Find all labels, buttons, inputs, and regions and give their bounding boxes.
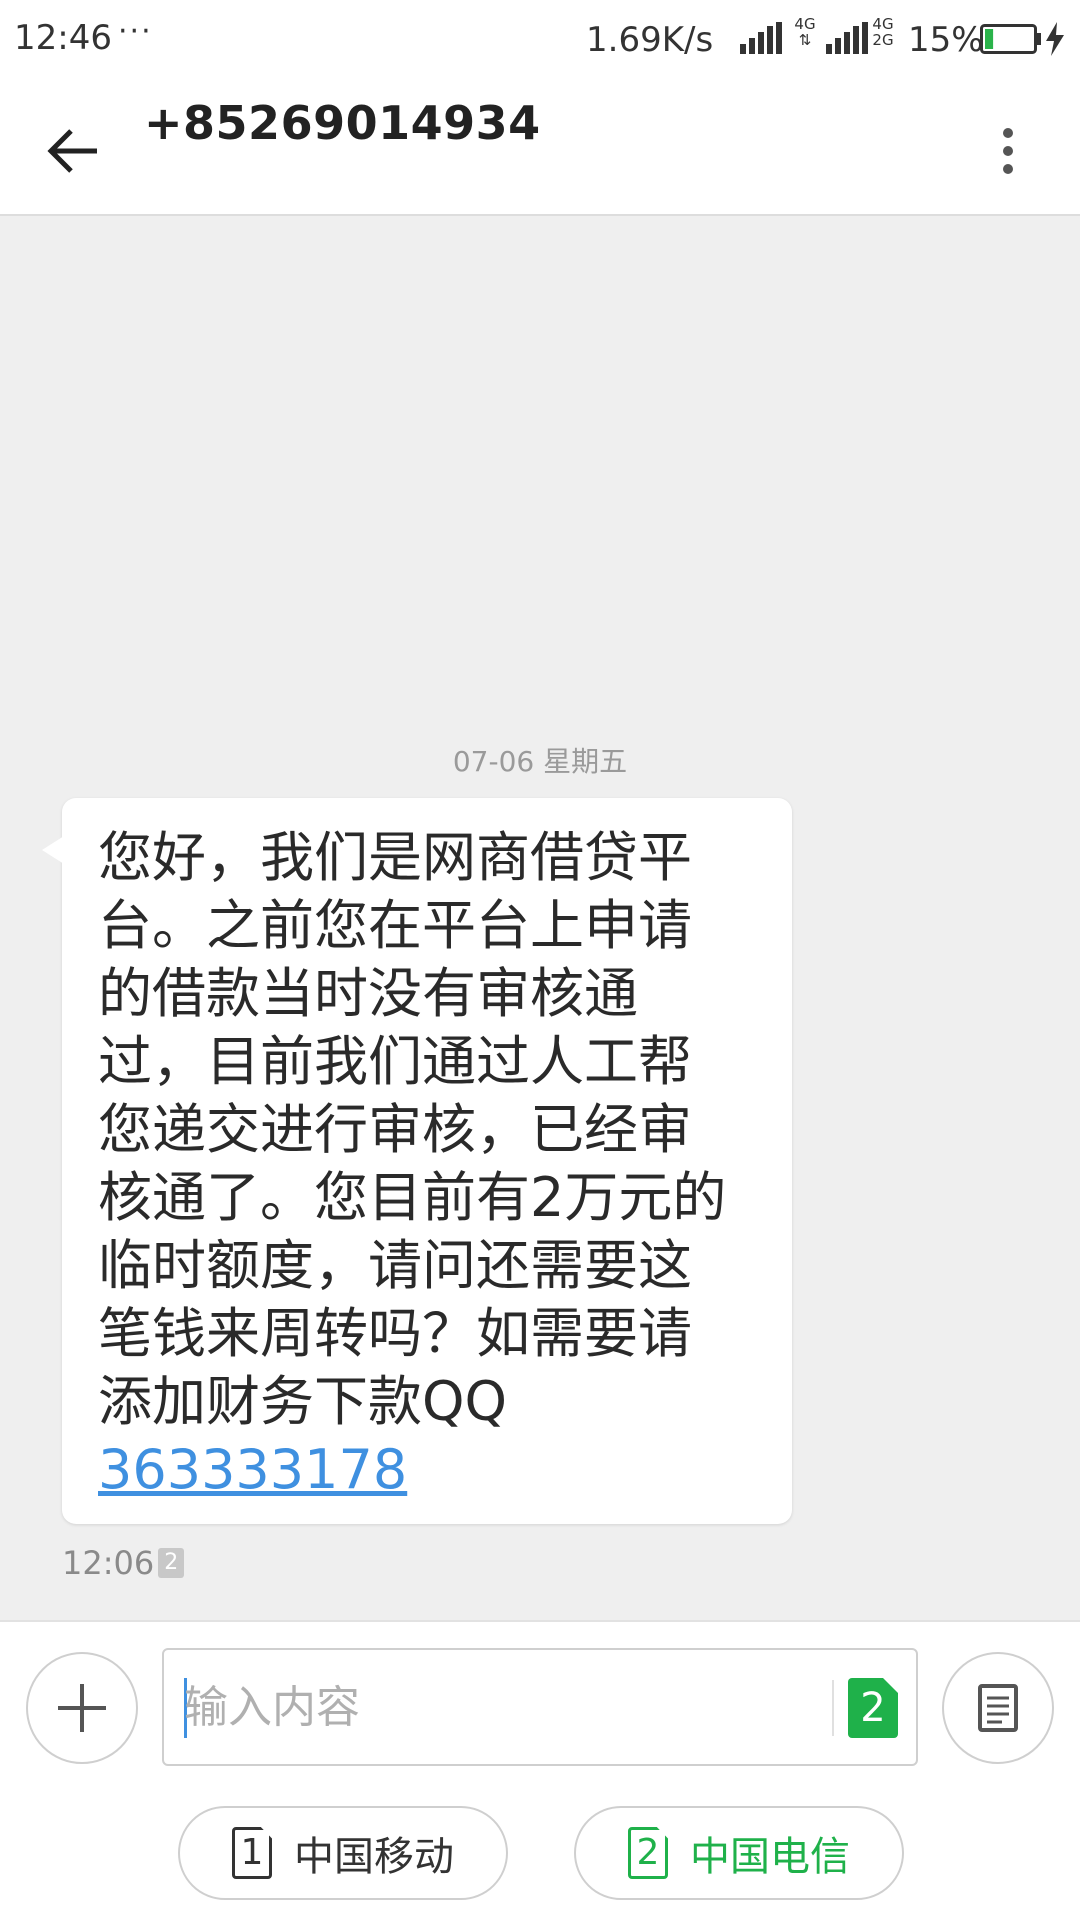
more-vertical-icon bbox=[1003, 128, 1013, 174]
quick-reply-template-button[interactable] bbox=[942, 1652, 1054, 1764]
sim1-carrier-label: 中国移动 bbox=[294, 1834, 454, 1880]
add-attachment-button[interactable] bbox=[26, 1652, 138, 1764]
sim2-carrier-label: 中国电信 bbox=[690, 1834, 850, 1880]
sim2-carrier-button[interactable]: 2 中国电信 bbox=[574, 1806, 904, 1900]
signal-icon-sim1 bbox=[740, 22, 782, 54]
message-body: 您好，我们是网商借贷平台。之前您在平台上申请的借款当时没有审核通过，目前我们通过… bbox=[98, 826, 727, 1433]
plus-icon bbox=[58, 1684, 106, 1732]
bubble-tail bbox=[42, 836, 64, 864]
message-timestamp: 12:06 2 bbox=[62, 1544, 185, 1582]
message-input[interactable] bbox=[182, 1650, 802, 1764]
more-options-button[interactable] bbox=[980, 108, 1036, 194]
sim-card-icon: 1 bbox=[232, 1827, 272, 1879]
message-composer: 2 1 中国移动 2 中国电信 bbox=[0, 1620, 1080, 1920]
status-more-notifications: ··· bbox=[118, 14, 153, 49]
battery-percentage: 15% bbox=[908, 20, 984, 60]
incoming-message-bubble[interactable]: 您好，我们是网商借贷平台。之前您在平台上申请的借款当时没有审核通过，目前我们通过… bbox=[42, 798, 792, 1524]
message-input-box[interactable]: 2 bbox=[162, 1648, 918, 1766]
message-time: 12:06 bbox=[62, 1544, 155, 1582]
arrow-left-icon bbox=[47, 129, 97, 173]
network-type-label: 4G bbox=[794, 15, 816, 33]
input-divider bbox=[832, 1680, 834, 1736]
document-icon bbox=[978, 1684, 1018, 1732]
conversation-header: +85269014934 bbox=[0, 80, 1080, 216]
network-type-sim2: 4G 2G bbox=[870, 16, 896, 48]
status-time: 12:46 bbox=[14, 18, 112, 58]
network-type-sim1: 4G ⇅ bbox=[794, 15, 816, 49]
network-speed: 1.69K/s bbox=[586, 20, 714, 60]
charging-icon bbox=[1046, 22, 1064, 56]
contact-number-title: +85269014934 bbox=[144, 96, 541, 150]
send-via-sim2-button[interactable]: 2 bbox=[848, 1678, 898, 1738]
sim1-carrier-button[interactable]: 1 中国移动 bbox=[178, 1806, 508, 1900]
qq-number-link[interactable]: 363333178 bbox=[98, 1438, 407, 1501]
network-type-label: 2G bbox=[872, 31, 894, 49]
sim-card-icon: 2 bbox=[628, 1827, 668, 1879]
message-text: 您好，我们是网商借贷平台。之前您在平台上申请的借款当时没有审核通过，目前我们通过… bbox=[98, 824, 738, 1504]
status-bar: 12:46 ··· 1.69K/s 4G ⇅ 4G 2G 15% bbox=[0, 0, 1080, 80]
back-button[interactable] bbox=[30, 108, 116, 194]
sim-card-badge: 2 bbox=[158, 1548, 185, 1578]
battery-icon bbox=[980, 24, 1041, 54]
signal-icon-sim2 bbox=[826, 22, 868, 54]
date-separator: 07-06 星期五 bbox=[452, 745, 628, 778]
